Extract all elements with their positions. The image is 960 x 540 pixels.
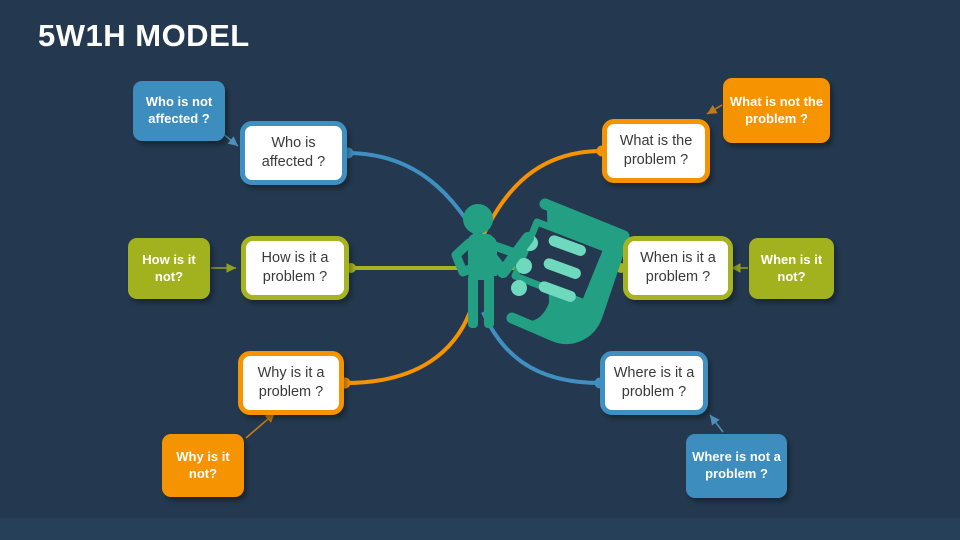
- connector-why-center: [339, 311, 472, 389]
- node-why-alt[interactable]: Why is it not?: [162, 434, 244, 497]
- node-label: Where is it a problem ?: [613, 365, 695, 400]
- node-when-main[interactable]: When is it a problem ?: [623, 236, 733, 300]
- node-where-main[interactable]: Where is it a problem ?: [600, 351, 708, 415]
- node-when-alt[interactable]: When is it not?: [749, 238, 834, 299]
- node-label: Why is it not?: [176, 448, 230, 481]
- node-where-alt[interactable]: Where is not a problem ?: [686, 434, 787, 498]
- node-who-alt[interactable]: Who is not affected ?: [133, 81, 225, 141]
- node-label: When is it not?: [760, 251, 823, 284]
- node-label: How is it a problem ?: [261, 250, 329, 285]
- node-how-alt[interactable]: How is it not?: [128, 238, 210, 299]
- node-label: Where is not a problem ?: [692, 449, 781, 481]
- person-with-checklist-icon: [451, 198, 630, 344]
- node-why-main[interactable]: Why is it a problem ?: [238, 351, 344, 415]
- node-label: What is not the problem ?: [729, 93, 824, 126]
- node-label: When is it a problem ?: [640, 250, 716, 285]
- node-label: How is it not?: [142, 251, 196, 284]
- node-what-alt[interactable]: What is not the problem ?: [723, 78, 830, 143]
- node-label: What is the problem ?: [619, 133, 693, 168]
- arrow-what-alt: [706, 104, 723, 115]
- node-how-main[interactable]: How is it a problem ?: [241, 236, 349, 300]
- connector-who-center: [342, 147, 480, 240]
- slide-canvas: 5W1H MODEL Who is affected ? Who is not …: [0, 0, 960, 540]
- node-who-main[interactable]: Who is affected ?: [240, 121, 347, 185]
- arrow-where-alt: [709, 414, 724, 433]
- node-label: Why is it a problem ?: [257, 365, 325, 400]
- node-label: Who is not affected ?: [145, 94, 213, 126]
- arrow-why-alt: [245, 412, 276, 439]
- node-what-main[interactable]: What is the problem ?: [602, 119, 710, 183]
- node-label: Who is affected ?: [261, 135, 326, 170]
